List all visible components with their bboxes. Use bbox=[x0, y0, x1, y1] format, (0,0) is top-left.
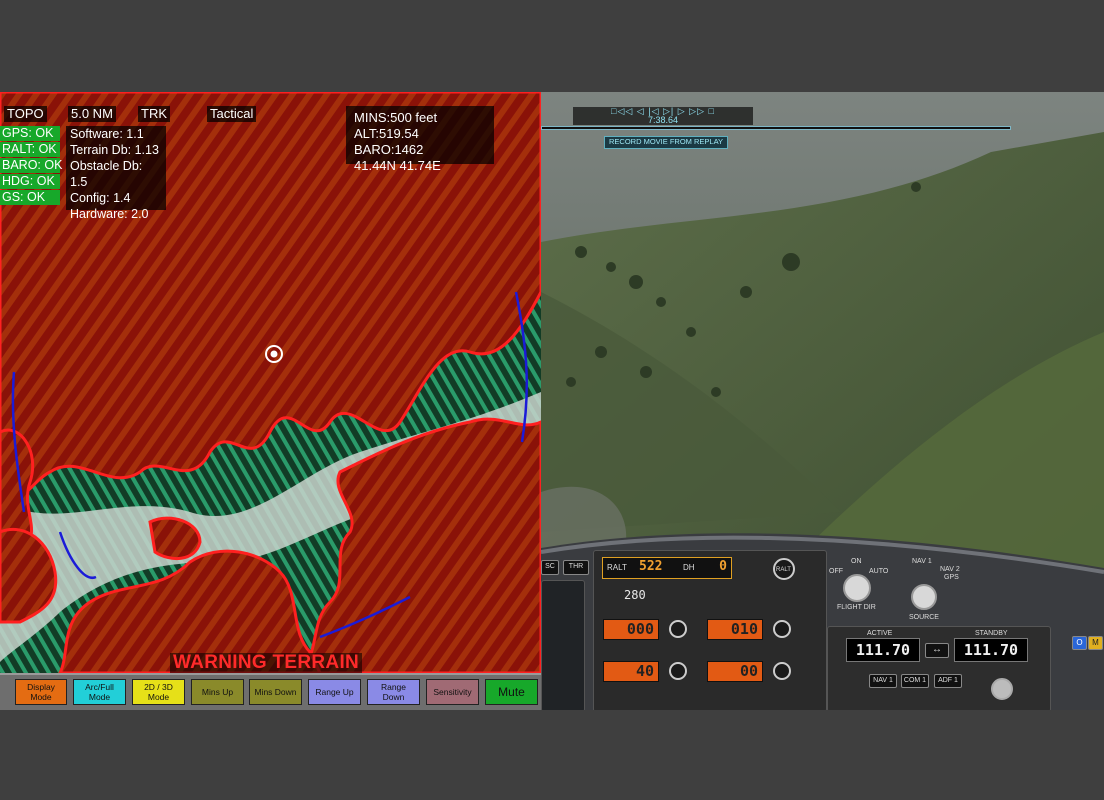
display-mode-button[interactable]: Display Mode bbox=[15, 679, 67, 705]
range-up-button[interactable]: Range Up bbox=[308, 679, 361, 705]
com1-select-button[interactable]: COM 1 bbox=[901, 674, 929, 688]
source-label: SOURCE bbox=[909, 614, 939, 621]
mute-button[interactable]: Mute bbox=[485, 679, 538, 705]
radio-tuning-knob[interactable] bbox=[991, 678, 1013, 700]
status-ralt: RALT: OK bbox=[0, 142, 60, 157]
course-knob[interactable] bbox=[773, 620, 791, 638]
map-range-label: 5.0 NM bbox=[68, 106, 116, 122]
frequency-swap-button[interactable]: ↔ bbox=[925, 643, 949, 658]
left-display-bezel bbox=[541, 580, 585, 710]
standby-label: STANDBY bbox=[975, 630, 1008, 637]
status-gs: GS: OK bbox=[0, 190, 60, 205]
side-m-button[interactable]: M bbox=[1088, 636, 1103, 650]
terrain-warning: WARNING TERRAIN bbox=[170, 653, 363, 673]
taws-button-bar: Display Mode Arc/Full Mode 2D / 3D Mode Min… bbox=[0, 673, 541, 710]
status-gps: GPS: OK bbox=[0, 126, 60, 141]
side-o-button[interactable]: O bbox=[1072, 636, 1087, 650]
alt-baro-readout: ALT:519.54 BARO:1462 bbox=[354, 126, 424, 157]
flight-dir-switch[interactable] bbox=[843, 574, 871, 602]
terrain-db-version: Terrain Db: 1.13 bbox=[70, 143, 159, 157]
replay-time: 7:38.64 bbox=[647, 115, 679, 125]
flight-dir-label: FLIGHT DIR bbox=[837, 604, 876, 611]
value-280: 280 bbox=[624, 588, 646, 602]
system-status-list: GPS: OK RALT: OK BARO: OK HDG: OK GS: OK bbox=[0, 126, 64, 206]
flight-info-box: MINS:500 feet ALT:519.54 BARO:1462 41.44… bbox=[346, 106, 494, 173]
config-version: Config: 1.4 bbox=[70, 191, 131, 205]
obstacle-db-version: Obstacle Db: 1.5 bbox=[70, 159, 143, 189]
course-display: 010 bbox=[707, 619, 763, 640]
dh-value: 0 bbox=[719, 559, 727, 574]
version-info: Software: 1.1 Terrain Db: 1.13 Obstacle … bbox=[66, 126, 166, 221]
nav1-select-button[interactable]: NAV 1 bbox=[869, 674, 897, 688]
2d-3d-mode-button[interactable]: 2D / 3D Mode bbox=[132, 679, 185, 705]
ralt-display: RALT 522 DH 0 bbox=[602, 557, 732, 579]
active-frequency: 111.70 bbox=[846, 638, 920, 662]
terrain-map-panel: TOPO 5.0 NM TRK Tactical MINS:500 feet A… bbox=[0, 92, 541, 710]
adf1-select-button[interactable]: ADF 1 bbox=[934, 674, 962, 688]
speed-display: 40 bbox=[603, 661, 659, 682]
replay-toolbar: □◁◁ ◁ |◁ ▷| ▷ ▷▷ □ 7:38.64 bbox=[573, 107, 753, 125]
nav-source-switch[interactable] bbox=[911, 584, 937, 610]
hardware-version: Hardware: 2.0 bbox=[70, 207, 149, 221]
map-tactical-label: Tactical bbox=[207, 106, 257, 122]
record-movie-button[interactable]: RECORD MOVIE FROM REPLAY bbox=[604, 136, 729, 149]
map-mode-label: TOPO bbox=[4, 106, 47, 122]
mins-down-button[interactable]: Mins Down bbox=[249, 679, 302, 705]
cockpit-panel: SC THR RALT 522 DH 0 RALT 280 000 010 40… bbox=[541, 528, 1104, 710]
speed-knob[interactable] bbox=[669, 662, 687, 680]
arc-full-mode-button[interactable]: Arc/Full Mode bbox=[73, 679, 126, 705]
position-readout: 41.44N 41.74E bbox=[354, 158, 441, 173]
vs-display: 00 bbox=[707, 661, 763, 682]
standby-frequency: 111.70 bbox=[954, 638, 1028, 662]
status-hdg: HDG: OK bbox=[0, 174, 60, 189]
ralt-value: 522 bbox=[639, 559, 663, 574]
replay-scrub-bar[interactable] bbox=[541, 126, 1011, 130]
map-orientation-label: TRK bbox=[138, 106, 170, 122]
heading-display: 000 bbox=[603, 619, 659, 640]
simulator-view: □◁◁ ◁ |◁ ▷| ▷ ▷▷ □ 7:38.64 RECORD MOVIE … bbox=[541, 92, 1104, 710]
mins-up-button[interactable]: Mins Up bbox=[191, 679, 244, 705]
active-label: ACTIVE bbox=[867, 630, 893, 637]
mins-readout: MINS:500 feet bbox=[354, 110, 438, 125]
vs-knob[interactable] bbox=[773, 662, 791, 680]
sensitivity-button[interactable]: Sensitivity bbox=[426, 679, 479, 705]
range-down-button[interactable]: Range Down bbox=[367, 679, 420, 705]
software-version: Software: 1.1 bbox=[70, 127, 144, 141]
heading-knob[interactable] bbox=[669, 620, 687, 638]
status-baro: BARO: OK bbox=[0, 158, 63, 173]
sc-button[interactable]: SC bbox=[541, 560, 559, 575]
screen-frame: TOPO 5.0 NM TRK Tactical MINS:500 feet A… bbox=[0, 92, 1104, 710]
thr-button[interactable]: THR bbox=[563, 560, 589, 575]
